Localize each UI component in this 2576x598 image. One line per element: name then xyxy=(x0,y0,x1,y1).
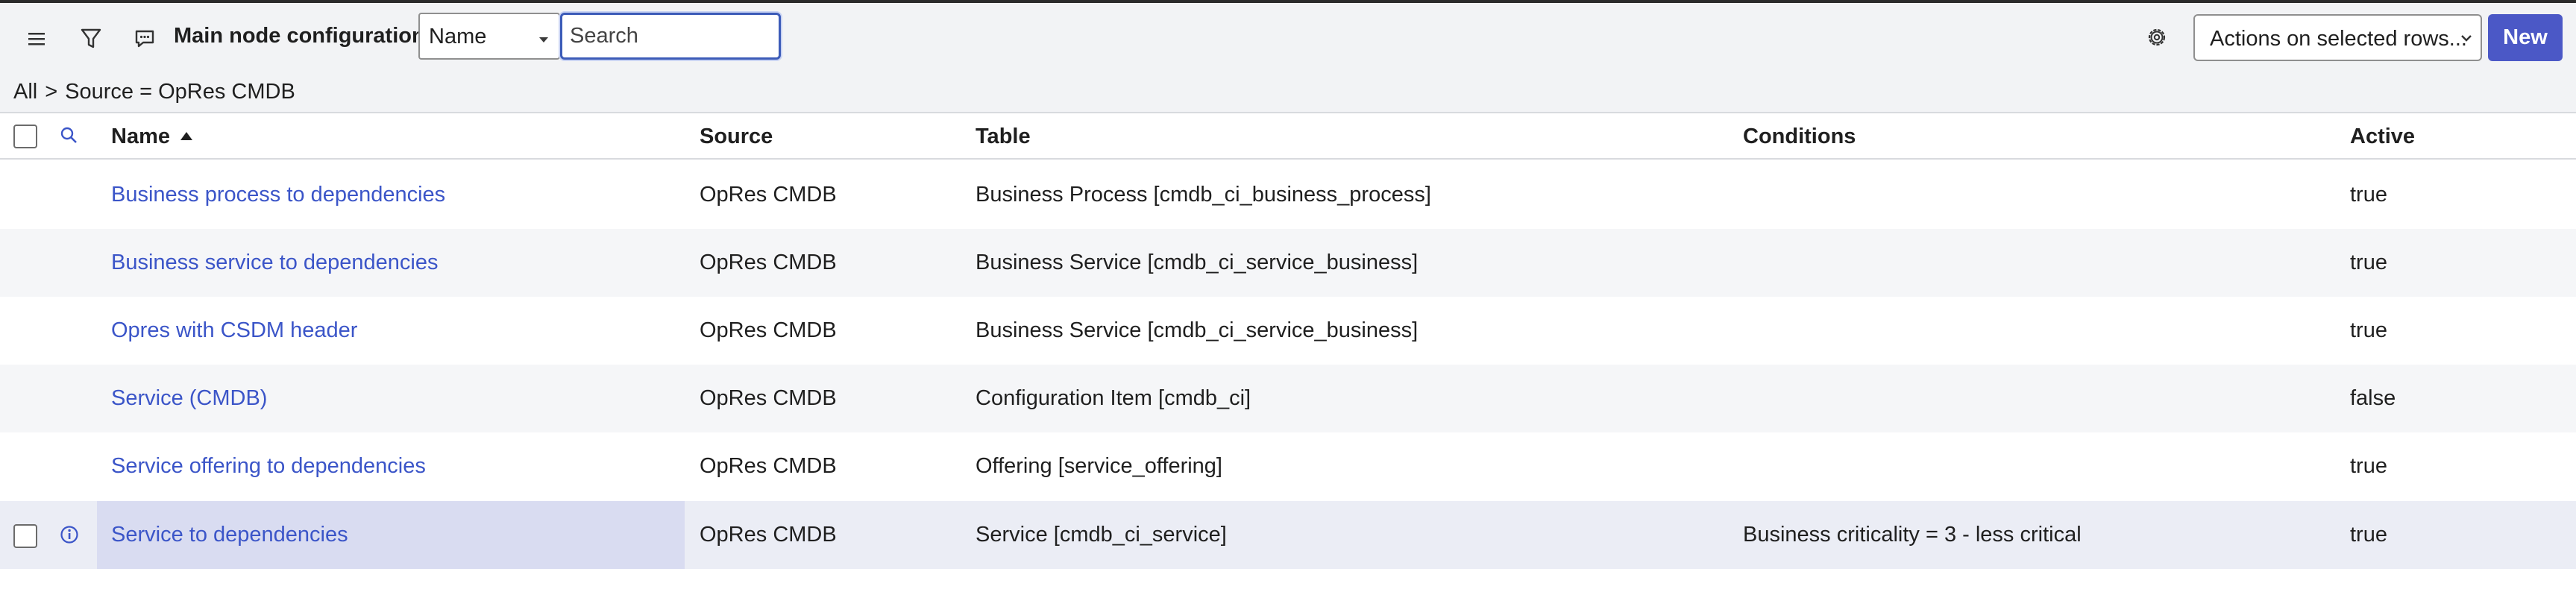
cell-table: Business Service [cmdb_ci_service_busine… xyxy=(976,251,1419,274)
record-name-link[interactable]: Service (CMDB) xyxy=(111,386,267,411)
table-row: Opres with CSDM header OpRes CMDB Busine… xyxy=(0,297,2576,365)
cell-table: Configuration Item [cmdb_ci] xyxy=(976,386,1251,410)
info-icon[interactable] xyxy=(59,524,80,549)
actions-on-selected-rows-select[interactable]: Actions on selected rows... xyxy=(2193,14,2482,61)
gear-icon[interactable] xyxy=(2139,18,2175,57)
column-header-name[interactable]: Name xyxy=(111,125,192,149)
cell-table: Business Process [cmdb_ci_business_proce… xyxy=(976,183,1431,207)
cell-source: OpRes CMDB xyxy=(700,523,837,547)
column-header-active[interactable]: Active xyxy=(2350,125,2415,149)
new-button[interactable]: New xyxy=(2488,14,2563,61)
cell-active: true xyxy=(2350,183,2387,207)
cell-source: OpRes CMDB xyxy=(700,251,837,274)
cell-conditions: Business criticality = 3 - less critical xyxy=(1743,523,2082,547)
cell-active: true xyxy=(2350,454,2387,478)
cell-active: false xyxy=(2350,386,2396,410)
caret-down-icon xyxy=(539,37,548,43)
chevron-down-icon xyxy=(2461,35,2472,42)
table-row: Business service to dependencies OpRes C… xyxy=(0,229,2576,297)
record-name-link[interactable]: Service to dependencies xyxy=(111,523,348,547)
breadcrumb-separator: > xyxy=(45,80,58,104)
search-field-value: Name xyxy=(429,25,487,48)
table-row: Service offering to dependencies OpRes C… xyxy=(0,432,2576,500)
cell-source: OpRes CMDB xyxy=(700,454,837,478)
select-all-checkbox[interactable] xyxy=(13,125,37,148)
filter-icon[interactable] xyxy=(69,18,113,60)
comment-icon[interactable] xyxy=(122,18,167,60)
column-header-source[interactable]: Source xyxy=(700,125,773,149)
list-title: Main node configurations xyxy=(174,24,437,48)
search-input[interactable] xyxy=(560,13,781,60)
cell-active: true xyxy=(2350,523,2387,547)
column-header-table[interactable]: Table xyxy=(976,125,1031,149)
table-row: Service (CMDB) OpRes CMDB Configuration … xyxy=(0,365,2576,432)
list-header: Main node configurations Name Actions on… xyxy=(0,3,2576,70)
record-name-link[interactable]: Business service to dependencies xyxy=(111,251,438,275)
search-field-select[interactable]: Name xyxy=(418,13,560,60)
table-row-hovered: Service to dependencies OpRes CMDB Servi… xyxy=(0,501,2576,569)
table-header: Name Source Table Conditions Active xyxy=(0,113,2576,160)
actions-select-label: Actions on selected rows... xyxy=(2210,27,2467,51)
hamburger-menu-icon[interactable] xyxy=(15,18,60,60)
breadcrumb: All > Source = OpRes CMDB xyxy=(0,70,2576,113)
record-name-link[interactable]: Service offering to dependencies xyxy=(111,454,426,479)
column-search-icon[interactable] xyxy=(59,125,80,150)
cell-table: Service [cmdb_ci_service] xyxy=(976,523,1227,547)
sort-ascending-icon xyxy=(180,132,192,140)
table-row: Business process to dependencies OpRes C… xyxy=(0,161,2576,229)
cell-source: OpRes CMDB xyxy=(700,386,837,410)
cell-active: true xyxy=(2350,318,2387,342)
column-header-conditions[interactable]: Conditions xyxy=(1743,125,1856,149)
record-name-link[interactable]: Business process to dependencies xyxy=(111,183,445,207)
row-select-checkbox[interactable] xyxy=(13,524,37,548)
breadcrumb-all[interactable]: All xyxy=(13,80,37,104)
record-name-link[interactable]: Opres with CSDM header xyxy=(111,318,357,343)
cell-table: Business Service [cmdb_ci_service_busine… xyxy=(976,318,1419,342)
cell-source: OpRes CMDB xyxy=(700,318,837,342)
cell-source: OpRes CMDB xyxy=(700,183,837,207)
cell-active: true xyxy=(2350,251,2387,274)
cell-table: Offering [service_offering] xyxy=(976,454,1222,478)
breadcrumb-filter[interactable]: Source = OpRes CMDB xyxy=(65,80,295,104)
